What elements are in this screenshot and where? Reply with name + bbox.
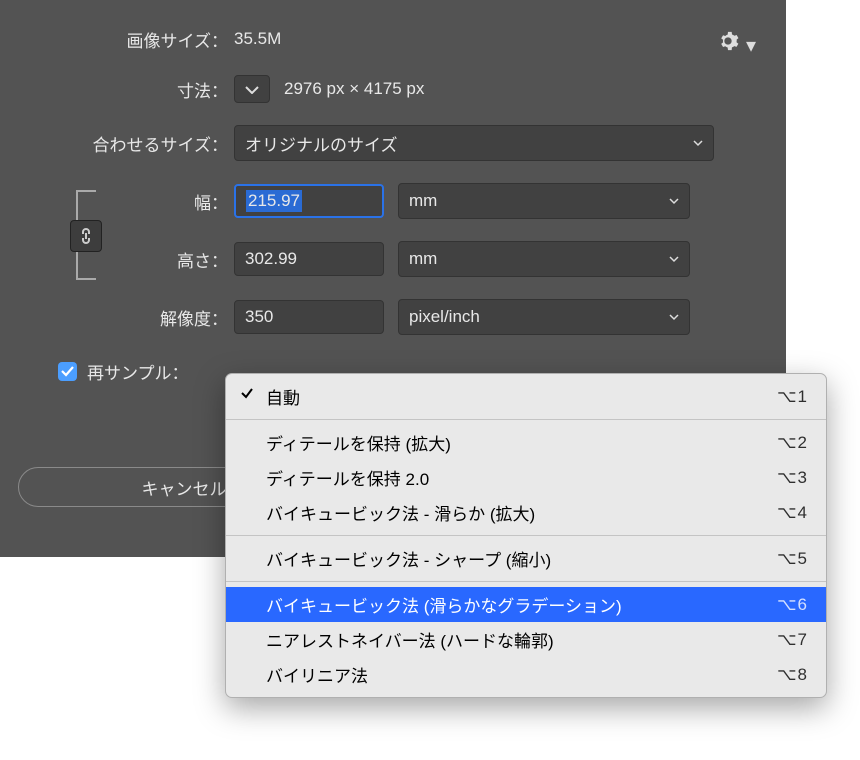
menu-item-label: バイリニア法	[266, 662, 368, 687]
check-icon	[240, 385, 254, 405]
image-size-value: 35.5M	[234, 29, 281, 49]
height-value: 302.99	[245, 249, 297, 269]
menu-separator	[226, 419, 826, 420]
resolution-unit-value: pixel/inch	[409, 307, 480, 327]
image-size-label: 画像サイズ：	[28, 27, 234, 52]
resolution-label: 解像度：	[28, 305, 234, 330]
link-constraint-bracket	[70, 190, 124, 280]
dimensions-value: 2976 px × 4175 px	[284, 79, 424, 99]
menu-item[interactable]: バイキュービック法 - シャープ (縮小) ⌥5	[226, 541, 826, 576]
menu-item-label: バイキュービック法 - 滑らか (拡大)	[266, 500, 535, 525]
menu-item[interactable]: ディテールを保持 (拡大) ⌥2	[226, 425, 826, 460]
resolution-unit-select[interactable]: pixel/inch	[398, 299, 690, 335]
menu-item-shortcut: ⌥8	[777, 665, 808, 685]
height-input[interactable]: 302.99	[234, 242, 384, 276]
menu-item-shortcut: ⌥2	[777, 433, 808, 453]
link-constraint-button[interactable]	[70, 220, 102, 252]
chevron-down-icon	[669, 191, 679, 211]
fit-to-label: 合わせるサイズ：	[28, 131, 234, 156]
resolution-input[interactable]: 350	[234, 300, 384, 334]
fit-to-value: オリジナルのサイズ	[245, 131, 398, 156]
menu-item-label: 自動	[266, 384, 300, 409]
menu-item-shortcut: ⌥7	[777, 630, 808, 650]
width-unit-select[interactable]: mm	[398, 183, 690, 219]
menu-item-shortcut: ⌥6	[777, 595, 808, 615]
menu-item[interactable]: ディテールを保持 2.0 ⌥3	[226, 460, 826, 495]
menu-item[interactable]: バイキュービック法 (滑らかなグラデーション) ⌥6	[226, 587, 826, 622]
width-input[interactable]: 215.97	[234, 184, 384, 218]
menu-item-shortcut: ⌥5	[777, 549, 808, 569]
cancel-label: キャンセル	[142, 475, 227, 500]
menu-item-shortcut: ⌥1	[777, 387, 808, 407]
settings-gear-button[interactable]: ▾	[717, 30, 756, 58]
image-size-dialog: ▾ 画像サイズ： 35.5M 寸法： 2976 px × 4175 px 合わせ…	[0, 0, 786, 557]
menu-item-label: バイキュービック法 - シャープ (縮小)	[266, 546, 551, 571]
height-label: 高さ：	[28, 247, 234, 272]
menu-separator	[226, 535, 826, 536]
menu-item[interactable]: バイキュービック法 - 滑らか (拡大) ⌥4	[226, 495, 826, 530]
chevron-down-icon	[693, 133, 703, 153]
menu-item-shortcut: ⌥4	[777, 503, 808, 523]
menu-item-label: ディテールを保持 2.0	[266, 465, 429, 490]
width-value: 215.97	[246, 190, 302, 212]
chevron-down-icon	[669, 249, 679, 269]
menu-item[interactable]: バイリニア法 ⌥8	[226, 657, 826, 692]
dimensions-toggle-button[interactable]	[234, 75, 270, 103]
menu-item[interactable]: ニアレストネイバー法 (ハードな輪郭) ⌥7	[226, 622, 826, 657]
resample-method-menu: 自動 ⌥1 ディテールを保持 (拡大) ⌥2 ディテールを保持 2.0 ⌥3 バイキュービッ…	[225, 373, 827, 698]
resample-label: 再サンプル：	[87, 359, 195, 384]
height-unit-select[interactable]: mm	[398, 241, 690, 277]
menu-item-label: バイキュービック法 (滑らかなグラデーション)	[266, 592, 622, 617]
width-unit-value: mm	[409, 191, 437, 211]
height-unit-value: mm	[409, 249, 437, 269]
dimensions-label: 寸法：	[28, 77, 234, 102]
width-label: 幅：	[28, 189, 234, 214]
menu-item-label: ニアレストネイバー法 (ハードな輪郭)	[266, 627, 554, 652]
menu-separator	[226, 581, 826, 582]
resample-checkbox[interactable]	[58, 362, 77, 381]
fit-to-select[interactable]: オリジナルのサイズ	[234, 125, 714, 161]
chevron-down-icon	[669, 307, 679, 327]
menu-item[interactable]: 自動 ⌥1	[226, 379, 826, 414]
resolution-value: 350	[245, 307, 273, 327]
menu-item-shortcut: ⌥3	[777, 468, 808, 488]
menu-item-label: ディテールを保持 (拡大)	[266, 430, 451, 455]
